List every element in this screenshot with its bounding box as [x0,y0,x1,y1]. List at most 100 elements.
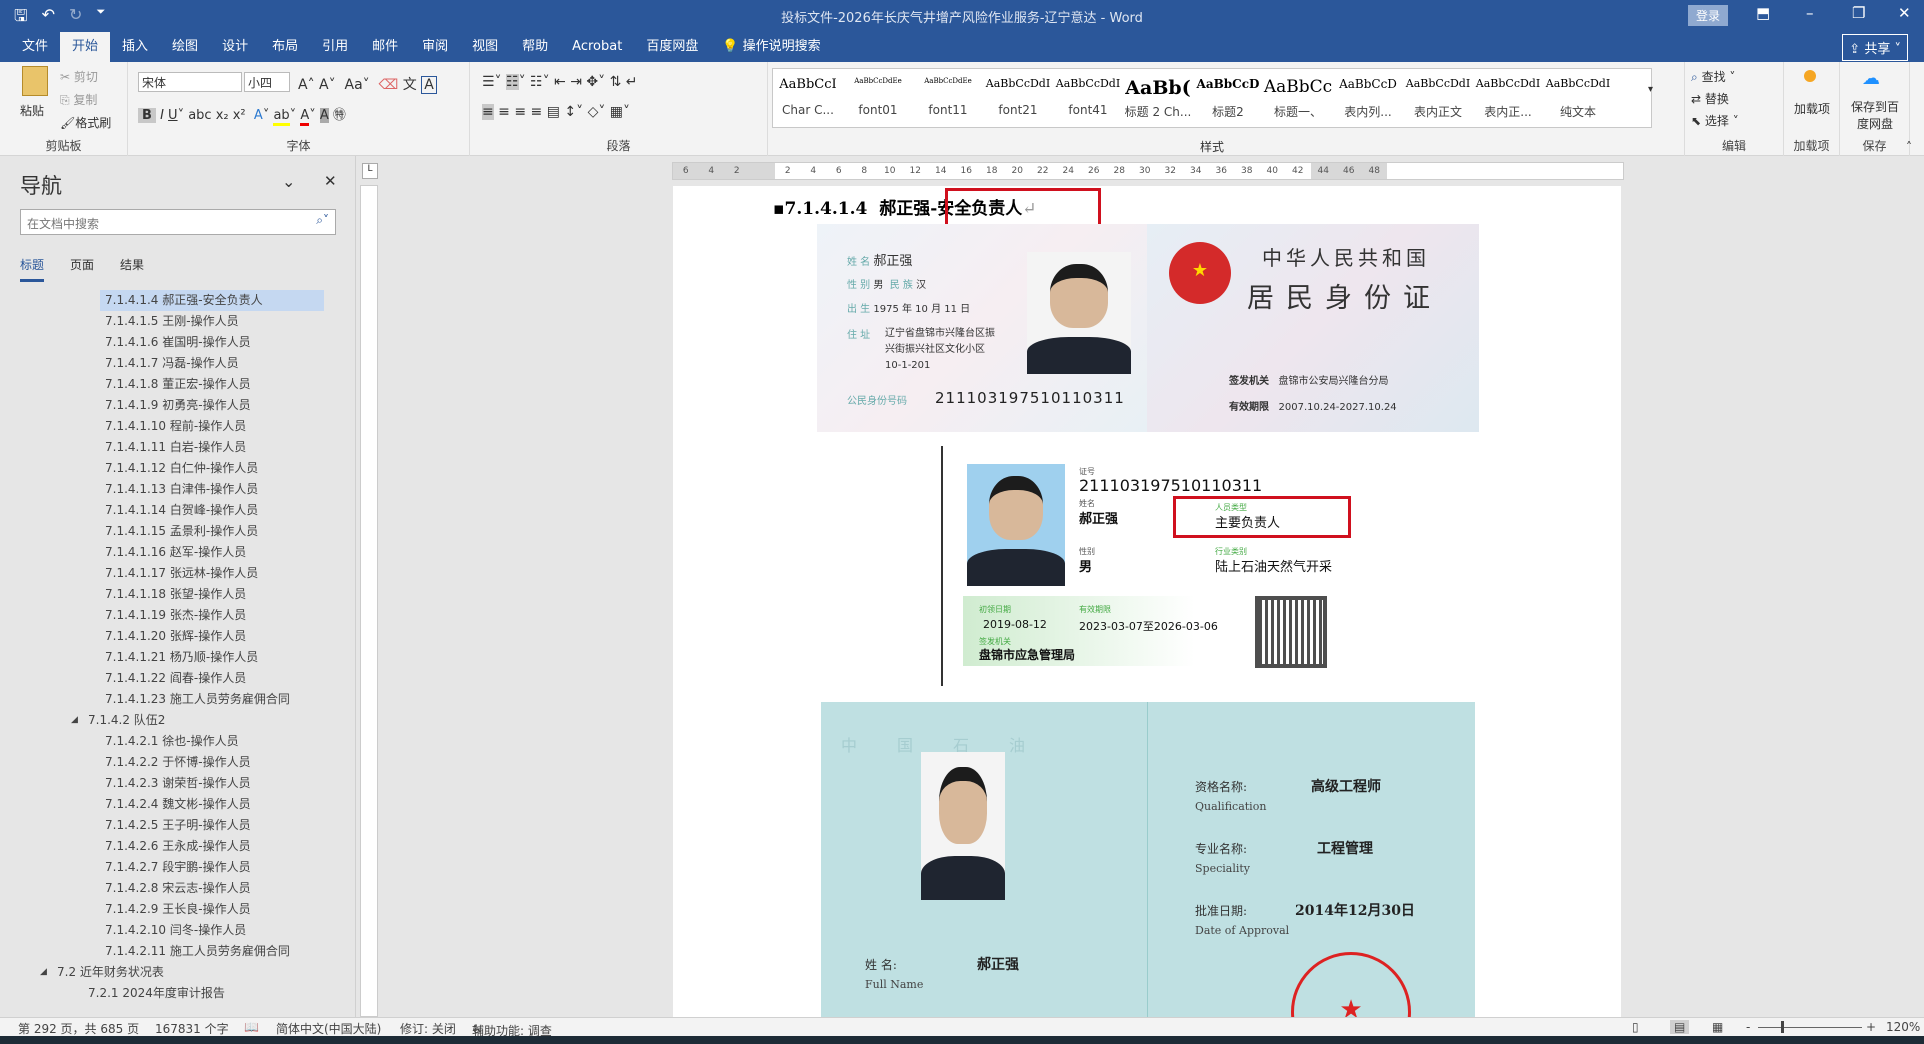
nav-heading-item[interactable]: 7.1.4.2.7 段宇鹏-操作人员 [0,857,340,878]
style-item[interactable]: AaBbCcD 标题2 [1193,69,1263,127]
nav-heading-item[interactable]: 7.1.4.2.4 魏文彬-操作人员 [0,794,340,815]
nav-heading-item[interactable]: 7.1.4.1.17 张远林-操作人员 [0,563,340,584]
style-item[interactable]: AaBbCcI Char C... [773,69,843,127]
paragraph-tools-row2[interactable]: ≡ ≡ ≡ ≡ ▤ ↕˅ ◇˅ ▦˅ [482,104,630,120]
web-layout-icon[interactable]: ▦ [1712,1020,1723,1034]
nav-heading-item[interactable]: 7.1.4.1.15 孟景利-操作人员 [0,521,340,542]
nav-heading-item[interactable]: 7.1.4.1.9 初勇亮-操作人员 [0,395,340,416]
nav-heading-item[interactable]: 7.1.4.1.5 王刚-操作人员 [0,311,340,332]
read-mode-icon[interactable]: ▯ [1632,1020,1639,1034]
maximize-button[interactable]: ❐ [1852,4,1865,22]
nav-heading-item[interactable]: 7.1.4.1.23 施工人员劳务雇佣合同 [0,689,340,710]
zoom-out-button[interactable]: - [1746,1020,1750,1034]
tab-mailings[interactable]: 邮件 [360,32,410,62]
nav-heading-item[interactable]: 7.1.4.1.11 白岩-操作人员 [0,437,340,458]
style-item[interactable]: AaBbCcDdEe font11 [913,69,983,127]
search-icon[interactable]: ⌕˅ [316,213,329,228]
tab-references[interactable]: 引用 [310,32,360,62]
nav-heading-item[interactable]: 7.1.4.1.22 阎春-操作人员 [0,668,340,689]
ribbon-display-icon[interactable]: ⬒ [1756,4,1770,22]
save-to-baidu-button[interactable]: 保存到百度网盘 [1846,98,1904,132]
zoom-slider-thumb[interactable] [1781,1021,1785,1033]
format-painter-button[interactable]: 🖌格式刷 [60,114,111,131]
tab-draw[interactable]: 绘图 [160,32,210,62]
track-changes-status[interactable]: 修订: 关闭 [400,1020,456,1037]
select-button[interactable]: ⬉ 选择 ˅ [1691,112,1739,129]
nav-heading-item[interactable]: 7.1.4.1.8 董正宏-操作人员 [0,374,340,395]
nav-heading-item[interactable]: 7.1.4.1.20 张辉-操作人员 [0,626,340,647]
nav-heading-item[interactable]: ◢ 7.2 近年财务状况表 [0,962,340,983]
style-item[interactable]: AaBbCcDdI font21 [983,69,1053,127]
id-card-front[interactable]: 姓 名 郝正强 性 别 男 民 族 汉 出 生 1975 年 10 月 11 日… [817,224,1147,432]
replace-button[interactable]: ⇄ 替换 [1691,90,1729,107]
print-layout-icon[interactable]: ▤ [1670,1020,1690,1034]
nav-heading-item[interactable]: 7.1.4.2.10 闫冬-操作人员 [0,920,340,941]
tab-help[interactable]: 帮助 [510,32,560,62]
tab-home[interactable]: 开始 [60,32,111,62]
safety-certificate[interactable]: 证号 211103197510110311 姓名 郝正强 人员类型 主要负责人 … [941,446,1351,686]
style-item[interactable]: AaBbCcD 表内列... [1333,69,1403,127]
page-count[interactable]: 第 292 页，共 685 页 [18,1020,139,1037]
nav-heading-item[interactable]: 7.1.4.1.6 崔国明-操作人员 [0,332,340,353]
nav-heading-item[interactable]: 7.1.4.2.3 谢荣哲-操作人员 [0,773,340,794]
collapse-triangle-icon[interactable]: ◢ [71,710,78,731]
nav-heading-item[interactable]: 7.1.4.1.21 杨乃顺-操作人员 [0,647,340,668]
style-item[interactable]: AaBbCcDdI 表内正文 [1403,69,1473,127]
minimize-button[interactable]: – [1806,4,1814,22]
find-button[interactable]: ⌕ 查找 ˅ [1691,68,1735,85]
nav-heading-item[interactable]: 7.1.4.1.13 白津伟-操作人员 [0,479,340,500]
collapse-triangle-icon[interactable]: ◢ [40,962,47,983]
tab-design[interactable]: 设计 [210,32,260,62]
font-size-select[interactable]: 小四 [244,72,290,92]
font-tools-row2[interactable]: B I U˅ abc x₂ x² A˅ ab˅ A˅ A ㊕ [138,104,346,126]
tab-selector[interactable]: L [362,163,378,179]
style-item[interactable]: AaBbCcDdI 纯文本 [1543,69,1613,127]
tell-me-search[interactable]: 💡 操作说明搜索 [710,32,832,62]
copy-button[interactable]: ⎘ 复制 [60,91,97,108]
close-button[interactable]: ✕ [1898,4,1911,22]
nav-heading-item[interactable]: 7.1.4.1.18 张望-操作人员 [0,584,340,605]
nav-search-input[interactable]: 在文档中搜索 ⌕˅ [20,209,336,235]
id-card-back[interactable]: ★ 中华人民共和国 居民身份证 签发机关 盘锦市公安局兴隆台分局 有效期限 20… [1147,224,1479,432]
nav-heading-item[interactable]: 7.1.4.1.14 白贺峰-操作人员 [0,500,340,521]
font-name-select[interactable]: 宋体 [138,72,242,92]
login-button[interactable]: 登录 [1688,5,1729,26]
nav-heading-item[interactable]: 7.1.4.1.12 白仁仲-操作人员 [0,458,340,479]
paste-button[interactable]: 粘贴 [20,102,44,119]
style-item[interactable]: AaBbCc 标题一、 [1263,69,1333,127]
style-item[interactable]: AaBbCcDdI font41 [1053,69,1123,127]
word-count[interactable]: 167831 个字 [155,1020,229,1037]
nav-heading-item[interactable]: 7.2.1 2024年度审计报告 [0,983,340,1004]
paste-icon[interactable] [22,66,48,96]
nav-heading-item[interactable]: 7.1.4.2.1 徐也-操作人员 [0,731,340,752]
nav-heading-item[interactable]: 7.1.4.2.8 宋云志-操作人员 [0,878,340,899]
nav-heading-item[interactable]: 7.1.4.1.16 赵军-操作人员 [0,542,340,563]
nav-tab-results[interactable]: 结果 [120,256,144,282]
addins-button[interactable]: 加载项 [1794,100,1830,117]
nav-tab-headings[interactable]: 标题 [20,256,45,282]
qualification-certificate[interactable]: 中国石油 姓 名: 郝正强 Full Name 资格名称: 高级工程师 Qual… [821,702,1475,1017]
nav-heading-item[interactable]: 7.1.4.2.6 王永成-操作人员 [0,836,340,857]
nav-options-icon[interactable]: ⌄ [282,172,295,191]
style-item[interactable]: AaBbCcDdI 表内正... [1473,69,1543,127]
nav-heading-item[interactable]: 7.1.4.2.11 施工人员劳务雇佣合同 [0,941,340,962]
tab-view[interactable]: 视图 [460,32,510,62]
tab-baidu[interactable]: 百度网盘 [634,32,710,62]
share-button[interactable]: ⇪ 共享 ˅ [1842,34,1908,61]
tab-acrobat[interactable]: Acrobat [560,32,634,62]
nav-heading-item[interactable]: 7.1.4.2.9 王长良-操作人员 [0,899,340,920]
nav-tab-pages[interactable]: 页面 [70,256,94,282]
tab-insert[interactable]: 插入 [110,32,160,62]
nav-heading-item[interactable]: 7.1.4.1.19 张杰-操作人员 [0,605,340,626]
proofing-icon[interactable]: 📖 [244,1020,259,1034]
tab-review[interactable]: 审阅 [410,32,460,62]
horizontal-ruler[interactable]: 6 4 2 2 4 6 8 10 12 14 16 18 20 22 24 26 28 30 32 34 36 38 40 4… [672,162,1624,180]
nav-heading-item[interactable]: 7.1.4.1.10 程前-操作人员 [0,416,340,437]
language[interactable]: 简体中文(中国大陆) [276,1020,381,1037]
zoom-level[interactable]: 120% [1886,1020,1920,1034]
nav-heading-item[interactable]: 7.1.4.2.5 王子明-操作人员 [0,815,340,836]
zoom-in-button[interactable]: + [1866,1020,1876,1034]
style-item[interactable]: AaBbCcDdEe font01 [843,69,913,127]
nav-heading-item[interactable]: 7.1.4.1.4 郝正强-安全负责人 [100,290,324,311]
vertical-ruler[interactable] [360,185,378,1017]
